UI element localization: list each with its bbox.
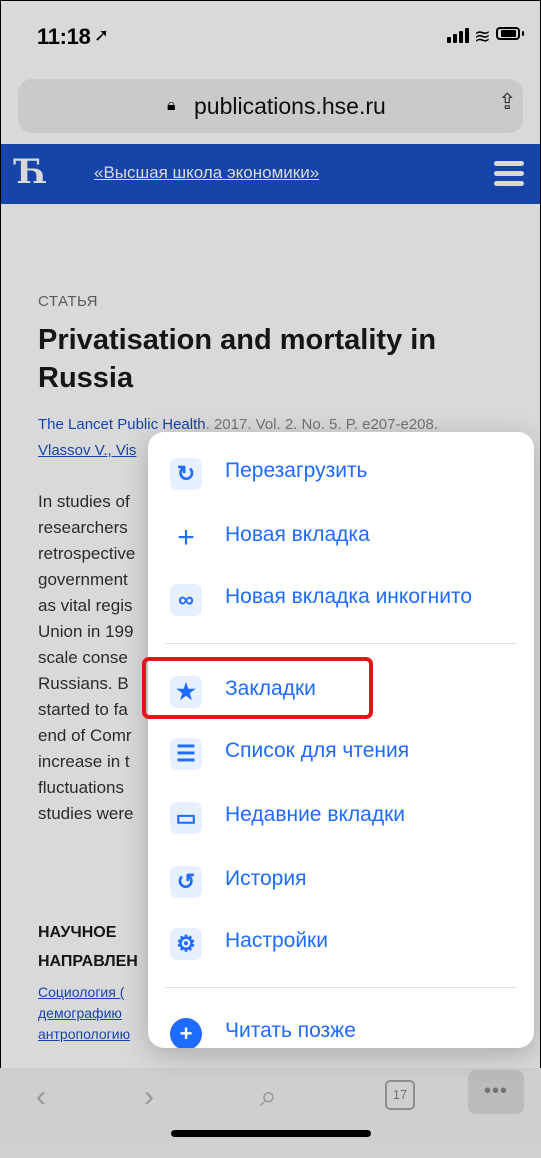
tag-link[interactable]: Социология ( [38,982,130,1003]
abstract: In studies of researchers retrospective … [38,489,135,827]
abstract-line: researchers [38,518,128,537]
article-kicker: СТАТЬЯ [38,293,98,310]
clock: 11:18 [37,24,91,49]
menu-item-reading-list[interactable]: ☰ Список для чтения [148,724,534,780]
lock-icon: 🔒︎ [167,97,176,114]
menu-item-incognito-tab[interactable]: ∞ Новая вкладка инкогнито [148,570,534,626]
site-name-link[interactable]: «Высшая школа экономики» [94,163,319,183]
search-icon[interactable]: ⌕ [260,1080,277,1114]
research-areas: Социология ( демографию антропологию [38,982,130,1045]
article-meta: The Lancet Public Health. 2017. Vol. 2. … [38,416,438,433]
menu-item-new-tab[interactable]: + Новая вкладка [148,508,534,564]
url-text: publications.hse.ru [194,93,386,119]
journal-link[interactable]: The Lancet Public Health [38,416,206,433]
author-link[interactable]: Vlassov V. [38,442,108,459]
reading-list-icon: ☰ [170,738,202,770]
section-heading: НАУЧНОЕ НАПРАВЛЕН [38,924,138,970]
home-indicator [171,1130,371,1137]
incognito-icon: ∞ [170,584,202,616]
highlight-box [142,657,373,719]
more-menu-button[interactable]: ••• [468,1070,524,1114]
tag-link[interactable]: демографию [38,1003,130,1024]
site-header: Ћ «Высшая школа экономики» [1,144,540,204]
menu-separator [165,643,517,644]
abstract-line: retrospective [38,544,136,563]
menu-item-read-later[interactable]: + Читать позже [148,1004,534,1048]
abstract-line: end of Comr [38,726,132,745]
tag-link[interactable]: антропологию [38,1024,130,1045]
abstract-line: government [38,570,128,589]
menu-item-label: Читать позже [225,1019,356,1042]
abstract-line: fluctuations [38,778,124,797]
location-arrow-icon: ➚ [94,25,110,45]
abstract-line: Russians. B [38,674,129,693]
share-icon[interactable]: ⇪ [498,89,516,115]
wifi-icon: ≋ [474,26,491,48]
gear-icon: ⚙ [170,928,202,960]
menu-item-label: Список для чтения [225,739,410,762]
abstract-line: as vital regis [38,596,133,615]
menu-item-label: Перезагрузить [225,459,368,482]
battery-icon [496,27,520,40]
browser-popup-menu: ↻ Перезагрузить + Новая вкладка ∞ Новая … [148,432,534,1048]
abstract-line: studies were [38,804,134,823]
status-bar: 11:18 ➚ ≋ [0,0,541,70]
author-link[interactable]: Vis [116,442,137,459]
menu-item-label: Настройки [225,929,328,952]
abstract-line: scale conse [38,648,128,667]
tab-switcher-button[interactable]: 17 [385,1080,415,1110]
back-icon[interactable]: ‹ [36,1080,46,1114]
hamburger-icon[interactable] [494,161,524,187]
plus-icon: + [177,521,195,554]
forward-icon[interactable]: › [144,1080,154,1114]
menu-item-label: Новая вкладка [225,523,370,546]
abstract-line: increase in t [38,752,130,771]
menu-item-reload[interactable]: ↻ Перезагрузить [148,444,534,500]
article-title: Privatisation and mortality in Russia [38,324,437,394]
menu-item-label: Недавние вкладки [225,803,405,826]
browser-toolbar: ‹ › ⌕ 17 ••• [0,1068,541,1158]
reload-icon: ↻ [170,458,202,490]
menu-item-recent-tabs[interactable]: ▭ Недавние вкладки [148,788,534,844]
abstract-line: started to fa [38,700,128,719]
menu-separator [165,987,517,988]
history-icon: ↺ [170,866,202,898]
address-bar[interactable]: 🔒︎ publications.hse.ru ⇪ [18,79,523,133]
cell-signal-icon [447,27,469,43]
menu-item-history[interactable]: ↺ История [148,852,534,908]
abstract-line: In studies of [38,492,130,511]
menu-item-label: История [225,867,307,890]
authors: Vlassov V., Vis [38,442,137,459]
recent-tabs-icon: ▭ [170,802,202,834]
menu-item-settings[interactable]: ⚙ Настройки [148,914,534,970]
hse-logo[interactable]: Ћ [15,152,48,192]
read-later-icon: + [170,1018,202,1048]
menu-item-label: Новая вкладка инкогнито [225,585,473,608]
meta-details: . 2017. Vol. 2. No. 5. P. e207-e208. [205,416,439,433]
abstract-line: Union in 199 [38,622,134,641]
